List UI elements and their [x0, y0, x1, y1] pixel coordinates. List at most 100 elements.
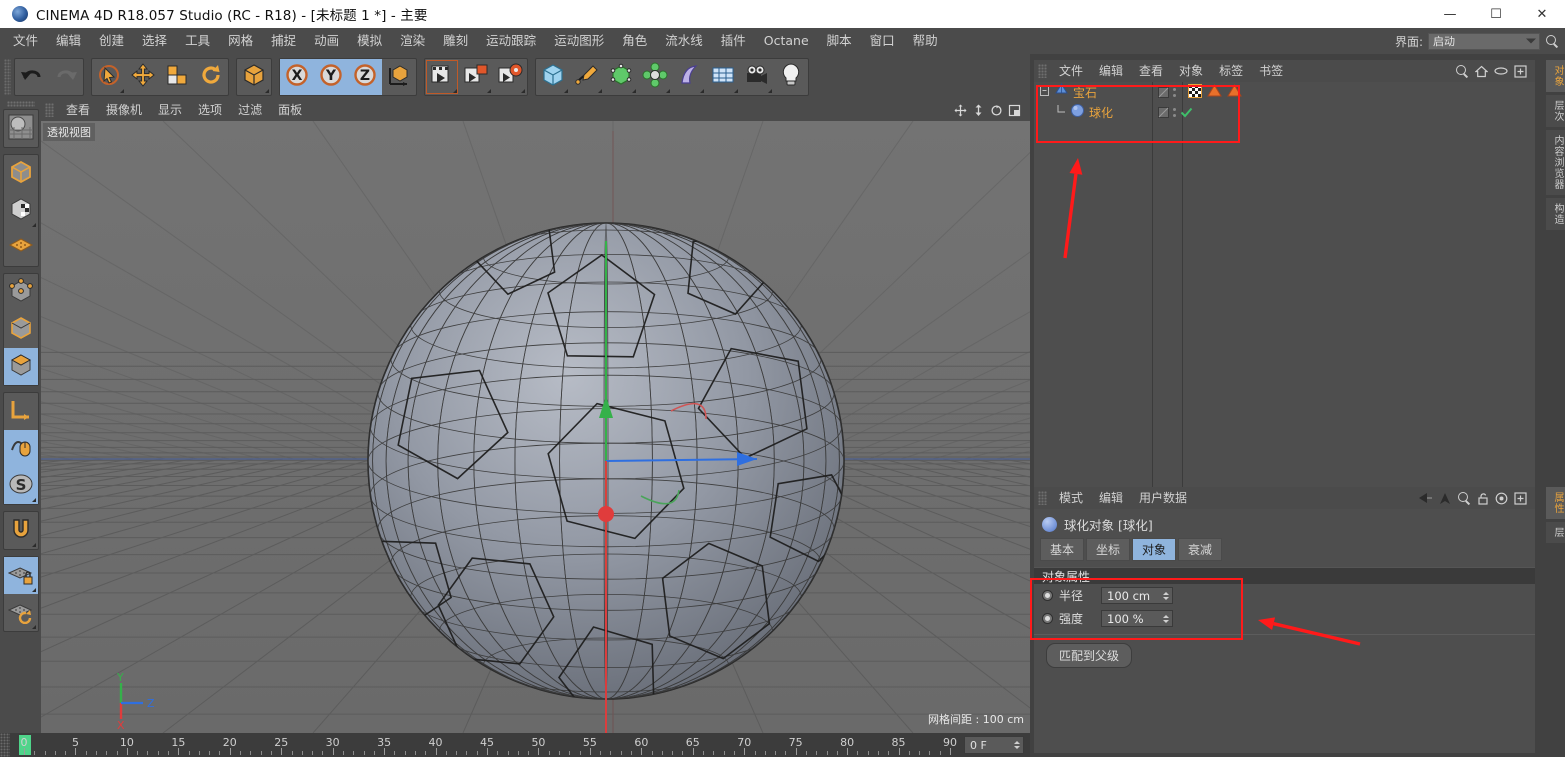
- attribute-manager-menu-item-0[interactable]: 模式: [1051, 487, 1091, 509]
- axis-manipulator[interactable]: [41, 121, 1030, 733]
- menu-item-7[interactable]: 动画: [305, 28, 348, 54]
- object-name[interactable]: 球化: [1089, 104, 1113, 121]
- rotate-button[interactable]: [194, 59, 228, 95]
- menu-item-5[interactable]: 网格: [219, 28, 262, 54]
- menu-item-17[interactable]: 脚本: [818, 28, 861, 54]
- dock-tab-top-2[interactable]: 内容浏览器: [1546, 130, 1565, 195]
- viewport-menu-item-2[interactable]: 显示: [150, 99, 190, 121]
- nurbs-generator-button[interactable]: [604, 59, 638, 95]
- submenu-corner-icon[interactable]: [632, 88, 636, 93]
- back-arrow-icon[interactable]: [1418, 492, 1433, 504]
- close-button[interactable]: ✕: [1519, 0, 1565, 28]
- object-manager-menu-item-0[interactable]: 文件: [1051, 60, 1091, 82]
- menu-item-19[interactable]: 帮助: [904, 28, 947, 54]
- submenu-corner-icon[interactable]: [521, 88, 525, 93]
- lock-icon[interactable]: [1477, 492, 1489, 505]
- menu-item-4[interactable]: 工具: [176, 28, 219, 54]
- value-spinner[interactable]: [1163, 591, 1169, 600]
- submenu-corner-icon[interactable]: [31, 543, 36, 547]
- attribute-tab-0[interactable]: 基本: [1040, 538, 1085, 561]
- dock-icon[interactable]: [1514, 64, 1527, 78]
- spline-pen-button[interactable]: [570, 59, 604, 95]
- object-tree-entry[interactable]: 球化: [1034, 103, 1152, 121]
- viewport-menu-item-1[interactable]: 摄像机: [98, 99, 150, 121]
- axis-y-button[interactable]: Y: [314, 58, 348, 95]
- submenu-corner-icon[interactable]: [564, 88, 568, 93]
- polygons-mode-button[interactable]: [3, 348, 38, 385]
- model-mode-button[interactable]: [4, 155, 38, 192]
- dolly-icon[interactable]: [970, 102, 986, 118]
- layout-dropdown[interactable]: 启动: [1428, 32, 1540, 50]
- menu-item-13[interactable]: 角色: [613, 28, 656, 54]
- object-manager-row[interactable]: 球化: [1034, 102, 1535, 122]
- menu-item-1[interactable]: 编辑: [47, 28, 90, 54]
- match-to-parent-button[interactable]: 匹配到父级: [1046, 643, 1133, 668]
- up-arrow-icon[interactable]: [1439, 492, 1451, 505]
- select-live-button[interactable]: [92, 59, 126, 95]
- menu-item-11[interactable]: 运动跟踪: [477, 28, 545, 54]
- object-manager-list[interactable]: 宝石 球化: [1034, 82, 1535, 487]
- environment-button[interactable]: [706, 59, 740, 95]
- maximize-icon[interactable]: [1006, 102, 1022, 118]
- orbit-icon[interactable]: [988, 102, 1004, 118]
- snap-toggle-button[interactable]: S: [3, 467, 38, 504]
- attribute-manager-menu-item-1[interactable]: 编辑: [1091, 487, 1131, 509]
- object-tree-entry[interactable]: 宝石: [1034, 83, 1152, 101]
- axis-x-button[interactable]: X: [280, 58, 314, 95]
- search-icon[interactable]: [1455, 64, 1469, 78]
- scale-button[interactable]: [160, 59, 194, 95]
- viewport-grip[interactable]: [45, 103, 54, 117]
- workplane-lock-button[interactable]: [3, 557, 38, 594]
- checker-texture-tag[interactable]: [1188, 83, 1202, 101]
- axis-mode-button[interactable]: [4, 393, 38, 430]
- submenu-corner-icon[interactable]: [31, 588, 36, 592]
- workplane-rotate-button[interactable]: [4, 594, 38, 631]
- pan-icon[interactable]: [952, 102, 968, 118]
- menu-item-8[interactable]: 模拟: [348, 28, 391, 54]
- menu-item-2[interactable]: 创建: [90, 28, 133, 54]
- object-axis-button[interactable]: [237, 59, 271, 95]
- value-spinner[interactable]: [1163, 614, 1169, 623]
- texture-mode-button[interactable]: [4, 192, 38, 229]
- attribute-tab-3[interactable]: 衰减: [1178, 538, 1223, 561]
- property-toggle-radio[interactable]: [1042, 590, 1053, 601]
- submenu-corner-icon[interactable]: [265, 88, 269, 93]
- camera-button[interactable]: [740, 59, 774, 95]
- object-manager-menu-item-1[interactable]: 编辑: [1091, 60, 1131, 82]
- object-tags[interactable]: [1182, 83, 1242, 101]
- object-manager-menu-item-4[interactable]: 标签: [1211, 60, 1251, 82]
- object-manager-menu-item-3[interactable]: 对象: [1171, 60, 1211, 82]
- current-frame-field[interactable]: 0 F: [964, 736, 1024, 754]
- attribute-tab-2[interactable]: 对象: [1132, 538, 1177, 561]
- submenu-corner-icon[interactable]: [768, 88, 772, 93]
- viewport-menu-item-3[interactable]: 选项: [190, 99, 230, 121]
- search-icon[interactable]: [1457, 491, 1471, 505]
- orange-deformer-tag[interactable]: [1227, 84, 1242, 100]
- submenu-corner-icon[interactable]: [734, 88, 738, 93]
- viewport-preview-button[interactable]: [4, 110, 38, 147]
- object-tags[interactable]: [1174, 106, 1193, 119]
- home-icon[interactable]: [1475, 65, 1488, 78]
- target-icon[interactable]: [1495, 492, 1508, 505]
- property-toggle-radio[interactable]: [1042, 613, 1053, 624]
- undo-button[interactable]: [15, 59, 49, 95]
- enable-axis-button[interactable]: [3, 430, 38, 467]
- attribute-manager-grip[interactable]: [1038, 491, 1047, 505]
- minimize-button[interactable]: —: [1427, 0, 1473, 28]
- menu-item-10[interactable]: 雕刻: [434, 28, 477, 54]
- dock-tab-bottom-1[interactable]: 层: [1546, 522, 1565, 543]
- frame-spinner[interactable]: [1014, 741, 1020, 749]
- object-manager-grip[interactable]: [1038, 64, 1047, 78]
- search-icon[interactable]: [1545, 34, 1559, 48]
- viewport-menu-item-0[interactable]: 查看: [58, 99, 98, 121]
- menu-item-15[interactable]: 插件: [712, 28, 755, 54]
- magnet-button[interactable]: [4, 512, 38, 549]
- render-settings-button[interactable]: [493, 59, 527, 95]
- left-toolbar-grip[interactable]: [6, 101, 35, 107]
- viewport-menu-item-5[interactable]: 面板: [270, 99, 310, 121]
- menu-item-9[interactable]: 渲染: [391, 28, 434, 54]
- dock-icon[interactable]: [1514, 491, 1527, 505]
- attribute-tab-1[interactable]: 坐标: [1086, 538, 1131, 561]
- dock-tab-top-1[interactable]: 层次: [1546, 95, 1565, 127]
- submenu-corner-icon[interactable]: [31, 625, 36, 629]
